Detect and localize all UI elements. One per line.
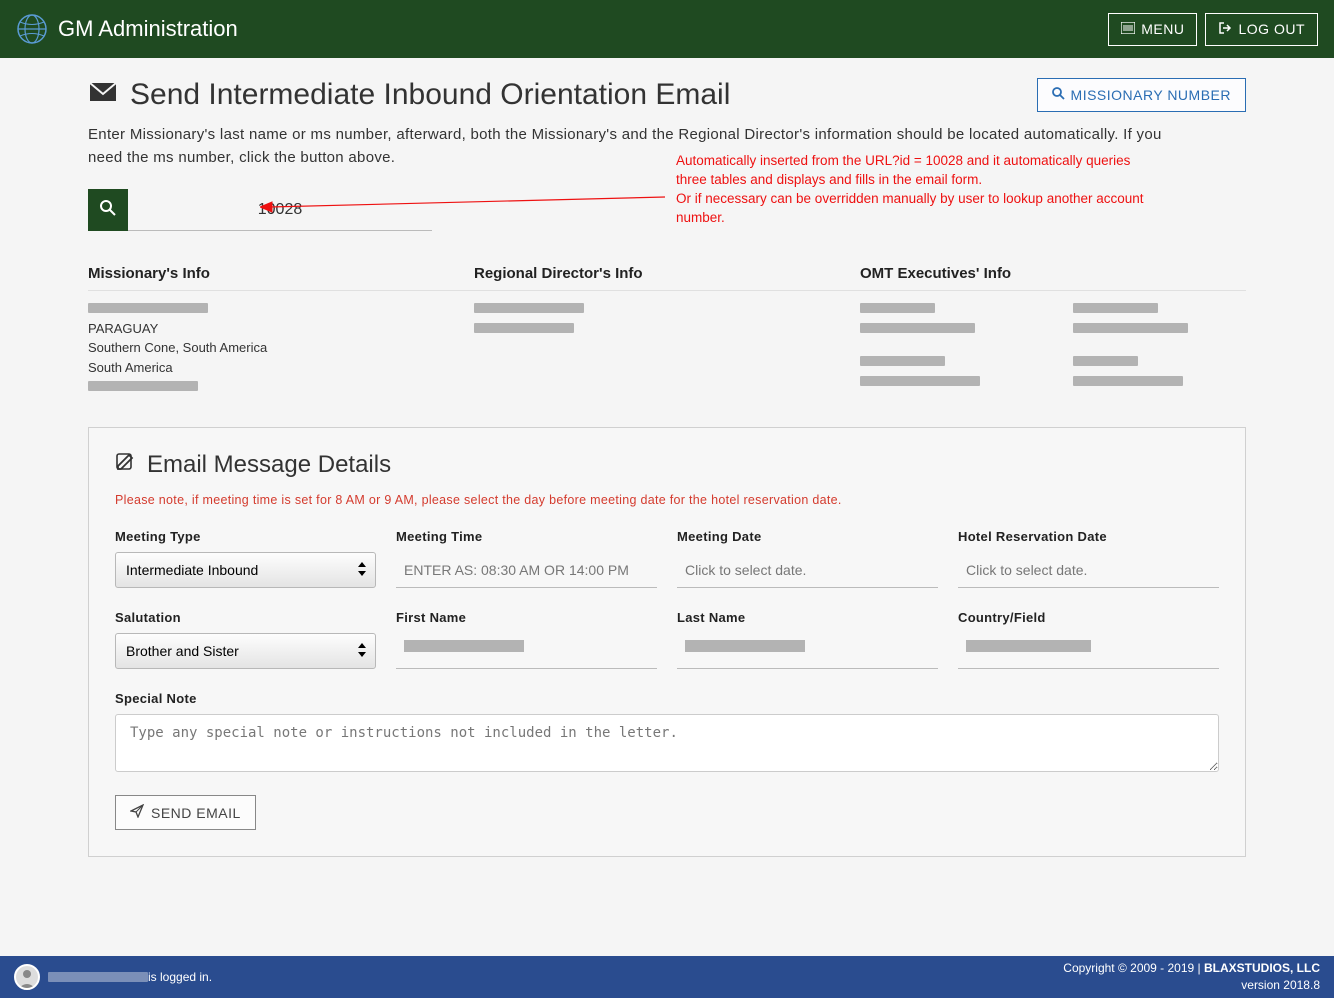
logout-label: LOG OUT: [1238, 21, 1305, 37]
avatar: [14, 964, 40, 990]
rd-info-header: Regional Director's Info: [474, 265, 860, 291]
meeting-time-input[interactable]: [396, 552, 657, 588]
logout-icon: [1218, 21, 1232, 38]
panel-warning: Please note, if meeting time is set for …: [115, 493, 1219, 507]
missionary-info-col: Missionary's Info PARAGUAY Southern Cone…: [88, 265, 474, 405]
annotation-arrow-icon: [260, 195, 670, 215]
page-title: Send Intermediate Inbound Orientation Em…: [88, 78, 730, 112]
meeting-type-select[interactable]: Intermediate Inbound: [115, 552, 376, 588]
country-label: Country/Field: [958, 610, 1219, 625]
last-name-label: Last Name: [677, 610, 938, 625]
missionary-number-button[interactable]: MISSIONARY NUMBER: [1037, 78, 1246, 112]
logged-in-text: is logged in.: [148, 970, 212, 984]
panel-title: Email Message Details: [115, 450, 1219, 479]
logout-button[interactable]: LOG OUT: [1205, 13, 1318, 46]
globe-icon: [16, 13, 48, 45]
menu-icon: [1121, 21, 1135, 37]
rd-info-col: Regional Director's Info: [474, 265, 860, 405]
first-name-label: First Name: [396, 610, 657, 625]
hotel-date-label: Hotel Reservation Date: [958, 529, 1219, 544]
salutation-label: Salutation: [115, 610, 376, 625]
send-email-button[interactable]: SEND EMAIL: [115, 795, 256, 830]
email-details-panel: Email Message Details Please note, if me…: [88, 427, 1246, 857]
app-title: GM Administration: [58, 16, 238, 42]
omt-info-col: OMT Executives' Info: [860, 265, 1246, 405]
version-text: version 2018.8: [1063, 977, 1320, 994]
hotel-date-input[interactable]: [958, 552, 1219, 588]
paper-plane-icon: [130, 804, 144, 821]
company-link[interactable]: BLAXSTUDIOS, LLC: [1204, 961, 1320, 975]
meeting-date-label: Meeting Date: [677, 529, 938, 544]
envelope-icon: [88, 78, 118, 112]
search-icon-box[interactable]: [88, 189, 128, 231]
topbar: GM Administration MENU LOG OUT: [0, 0, 1334, 58]
search-icon: [100, 200, 116, 221]
meeting-type-label: Meeting Type: [115, 529, 376, 544]
special-note-label: Special Note: [115, 691, 1219, 706]
menu-label: MENU: [1141, 21, 1184, 37]
special-note-textarea[interactable]: [115, 714, 1219, 772]
footer: is logged in. Copyright © 2009 - 2019 | …: [0, 956, 1334, 998]
menu-button[interactable]: MENU: [1108, 13, 1197, 46]
meeting-date-input[interactable]: [677, 552, 938, 588]
missionary-info-header: Missionary's Info: [88, 265, 474, 291]
omt-info-header: OMT Executives' Info: [860, 265, 1246, 291]
search-icon: [1052, 87, 1065, 103]
edit-icon: [115, 450, 137, 479]
salutation-select[interactable]: Brother and Sister: [115, 633, 376, 669]
annotation-text: Automatically inserted from the URL?id =…: [676, 152, 1146, 228]
meeting-time-label: Meeting Time: [396, 529, 657, 544]
